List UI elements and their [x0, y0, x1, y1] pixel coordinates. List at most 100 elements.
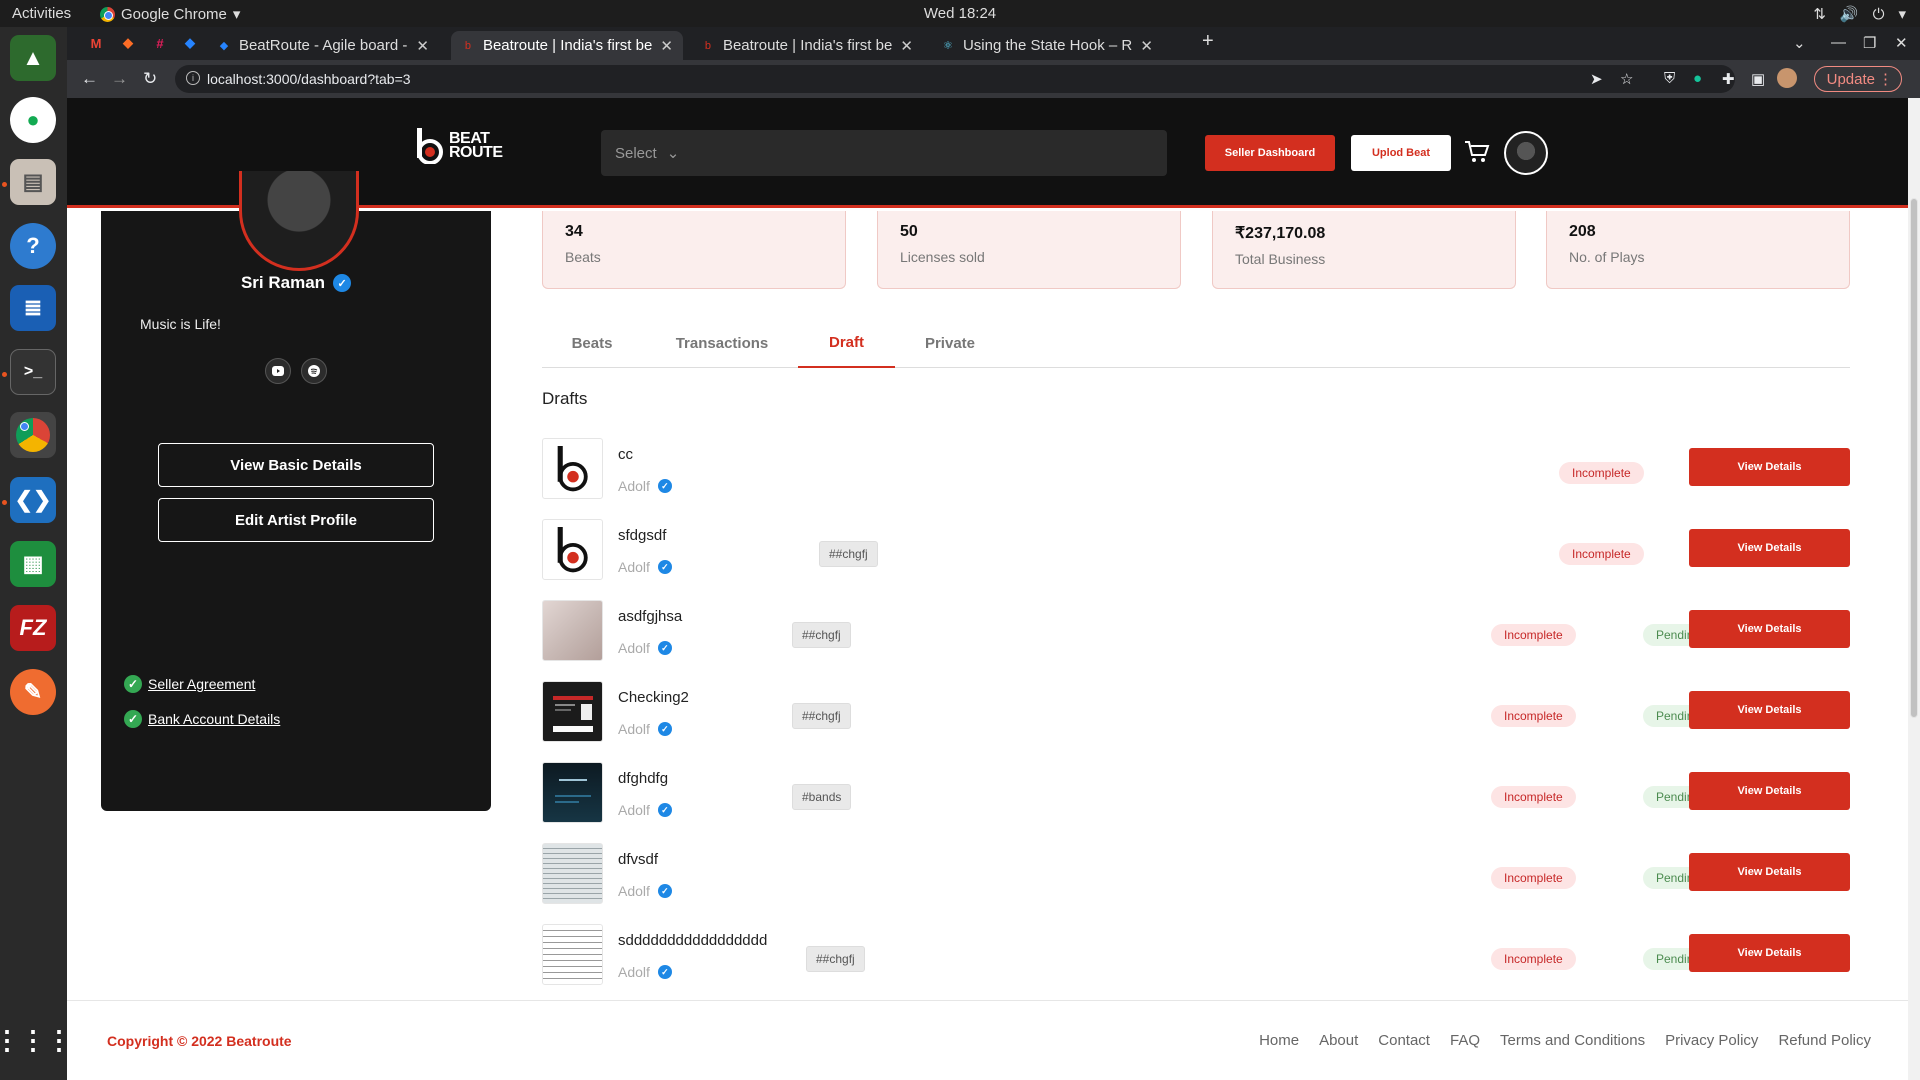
footer-link-about[interactable]: About: [1319, 1032, 1358, 1049]
terminal-icon[interactable]: >_: [10, 349, 56, 395]
view-details-button[interactable]: View Details: [1689, 691, 1850, 729]
beatroute-logo[interactable]: BEAT ROUTE: [415, 128, 503, 164]
profile-avatar-icon[interactable]: [1777, 68, 1797, 88]
genre-tag: #bands: [792, 784, 852, 810]
stat-label: Licenses sold: [900, 249, 985, 265]
activities-button[interactable]: Activities: [12, 5, 71, 22]
forward-arrow-icon[interactable]: →: [111, 69, 128, 89]
gitlab-pinned-tab[interactable]: ◆: [117, 33, 139, 53]
slack-pinned-tab[interactable]: #: [149, 33, 171, 53]
restore-button[interactable]: ❐: [1863, 34, 1876, 52]
tab-transactions[interactable]: Transactions: [652, 318, 792, 368]
draft-title[interactable]: dfghdfg: [618, 770, 668, 787]
rocket-app-icon[interactable]: ▲: [10, 35, 56, 81]
side-panel-icon[interactable]: ▣: [1751, 70, 1765, 88]
draft-title[interactable]: sfdgsdf: [618, 527, 666, 544]
bank-account-details-link[interactable]: Bank Account Details: [148, 711, 280, 727]
bookmark-star-icon[interactable]: ☆: [1620, 70, 1633, 88]
spotify-icon[interactable]: [301, 358, 327, 384]
address-bar[interactable]: i localhost:3000/dashboard?tab=3: [175, 65, 1735, 93]
search-select[interactable]: Select ⌄: [601, 130, 1167, 176]
calc-icon[interactable]: ▦: [10, 541, 56, 587]
user-avatar[interactable]: [1504, 131, 1548, 175]
system-tray[interactable]: ⇅ 🔊 ⏻ ▾: [1813, 5, 1906, 24]
writer-icon[interactable]: ≣: [10, 285, 56, 331]
check-circle-icon: ✓: [124, 710, 142, 728]
grammarly-icon[interactable]: ●: [1693, 70, 1702, 87]
upload-beat-button[interactable]: Uplod Beat: [1351, 135, 1451, 171]
close-tab-icon[interactable]: ✕: [1140, 37, 1153, 55]
gmail-pinned-tab[interactable]: M: [85, 33, 107, 53]
draft-title[interactable]: dfvsdf: [618, 851, 658, 868]
tab-search-icon[interactable]: ⌄: [1793, 34, 1806, 52]
view-details-button[interactable]: View Details: [1689, 772, 1850, 810]
new-tab-button[interactable]: +: [1202, 30, 1214, 53]
status-badge: Incomplete: [1491, 867, 1576, 889]
clock[interactable]: Wed 18:24: [924, 5, 996, 22]
app-menu[interactable]: Google Chrome ▾: [100, 5, 240, 23]
cart-icon[interactable]: [1463, 138, 1491, 166]
draft-title[interactable]: cc: [618, 446, 633, 463]
reload-icon[interactable]: ↻: [143, 69, 157, 89]
view-details-button[interactable]: View Details: [1689, 610, 1850, 648]
view-details-button[interactable]: View Details: [1689, 448, 1850, 486]
bank-account-row: ✓ Bank Account Details: [124, 710, 280, 728]
more-vert-icon: ⋮: [1878, 71, 1893, 88]
chrome-dock-icon[interactable]: [10, 412, 56, 458]
draft-title[interactable]: asdfgjhsa: [618, 608, 682, 625]
tab-react-docs[interactable]: ⚛ Using the State Hook – Re ✕: [931, 31, 1163, 60]
footer-link-home[interactable]: Home: [1259, 1032, 1299, 1049]
tab-beats[interactable]: Beats: [542, 318, 642, 368]
page-scrollbar[interactable]: [1908, 98, 1920, 1080]
app-menu-label: Google Chrome: [121, 5, 227, 23]
shield-extension-icon[interactable]: ⛨: [1664, 70, 1675, 87]
artist-bio: Music is Life!: [140, 316, 221, 332]
filezilla-icon[interactable]: FZ: [10, 605, 56, 651]
close-tab-icon[interactable]: ✕: [416, 37, 429, 55]
view-basic-details-button[interactable]: View Basic Details: [158, 443, 434, 487]
dock: ▲ ● ▤ ? ≣ >_ ❮❯ ▦ FZ ✎ ⋮⋮⋮: [0, 27, 72, 1080]
update-button[interactable]: Update ⋮: [1813, 66, 1902, 92]
back-arrow-icon[interactable]: ←: [81, 69, 98, 89]
seller-dashboard-button[interactable]: Seller Dashboard: [1205, 135, 1335, 171]
view-details-button[interactable]: View Details: [1689, 529, 1850, 567]
status-badge: Incomplete: [1491, 786, 1576, 808]
close-window-button[interactable]: ✕: [1895, 34, 1908, 52]
footer-link-faq[interactable]: FAQ: [1450, 1032, 1480, 1049]
footer-link-privacy[interactable]: Privacy Policy: [1665, 1032, 1758, 1049]
view-details-button[interactable]: View Details: [1689, 934, 1850, 972]
show-apps-icon[interactable]: ⋮⋮⋮: [0, 1017, 72, 1063]
site-info-icon[interactable]: i: [186, 71, 200, 85]
tab-beatroute[interactable]: b Beatroute | India's first be ✕: [691, 31, 923, 60]
draft-thumbnail: [542, 843, 603, 904]
edit-artist-profile-button[interactable]: Edit Artist Profile: [158, 498, 434, 542]
footer-link-terms[interactable]: Terms and Conditions: [1500, 1032, 1645, 1049]
stat-label: Beats: [565, 249, 601, 265]
mongodb-compass-icon[interactable]: ●: [10, 97, 56, 143]
scrollbar-thumb[interactable]: [1910, 198, 1918, 718]
draft-title[interactable]: Checking2: [618, 689, 689, 706]
files-icon[interactable]: ▤: [10, 159, 56, 205]
jira-pinned-tab[interactable]: ◆: [179, 33, 201, 53]
postman-icon[interactable]: ✎: [10, 669, 56, 715]
seller-agreement-link[interactable]: Seller Agreement: [148, 676, 255, 692]
view-details-button[interactable]: View Details: [1689, 853, 1850, 891]
tab-beatroute-active[interactable]: b Beatroute | India's first be ✕: [451, 31, 683, 60]
footer-link-refund[interactable]: Refund Policy: [1778, 1032, 1871, 1049]
close-tab-icon[interactable]: ✕: [660, 37, 673, 55]
tab-draft[interactable]: Draft: [798, 318, 895, 368]
extensions-puzzle-icon[interactable]: ✚: [1722, 70, 1735, 88]
tab-agile-board[interactable]: ◆ BeatRoute - Agile board - ✕: [207, 31, 439, 60]
minimize-button[interactable]: —: [1831, 34, 1846, 51]
youtube-icon[interactable]: [265, 358, 291, 384]
help-icon[interactable]: ?: [10, 223, 56, 269]
close-tab-icon[interactable]: ✕: [900, 37, 913, 55]
react-icon: ⚛: [943, 40, 953, 52]
artist-name: Sri Raman: [240, 273, 326, 292]
jira-icon: ◆: [219, 40, 229, 52]
send-icon[interactable]: ➤: [1590, 70, 1603, 88]
draft-title[interactable]: sddddddddddddddddd: [618, 932, 767, 949]
footer-link-contact[interactable]: Contact: [1378, 1032, 1430, 1049]
vscode-icon[interactable]: ❮❯: [10, 477, 56, 523]
tab-private[interactable]: Private: [900, 318, 1000, 368]
